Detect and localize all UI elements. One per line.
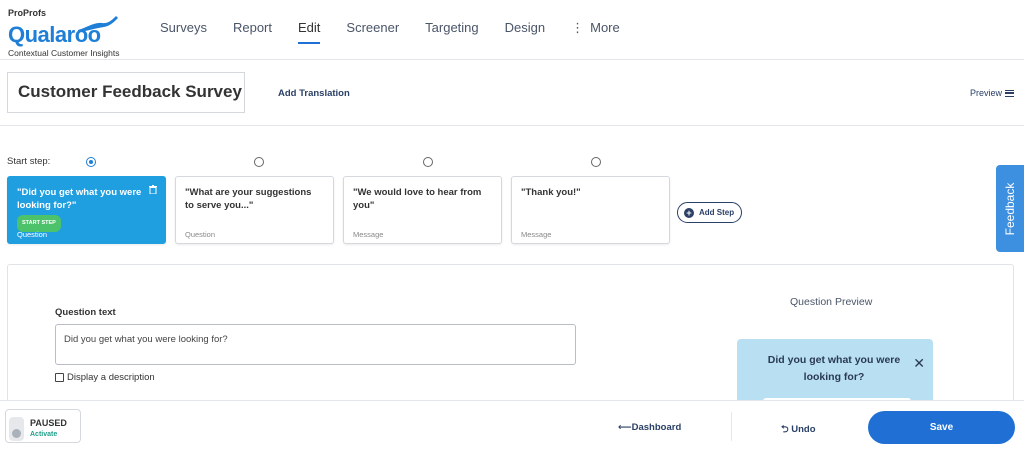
divider — [731, 412, 732, 441]
nav-screener[interactable]: Screener — [346, 20, 399, 44]
display-description-checkbox[interactable] — [55, 373, 64, 382]
step-card-4[interactable]: "Thank you!" Message — [511, 176, 670, 244]
dashboard-label: Dashboard — [631, 422, 682, 433]
step-text: "Did you get what you were looking for?" — [17, 187, 142, 211]
step-card-1[interactable]: "Did you get what you were looking for?"… — [7, 176, 166, 244]
nav-targeting[interactable]: Targeting — [425, 20, 478, 44]
add-step-label: Add Step — [699, 208, 735, 217]
save-button[interactable]: Save — [868, 411, 1015, 444]
start-step-label: Start step: — [7, 156, 51, 167]
question-text-input[interactable]: Did you get what you were looking for? — [55, 324, 576, 365]
status-label: PAUSED — [30, 418, 67, 428]
nav-more[interactable]: More — [590, 20, 620, 44]
survey-title-field[interactable]: Customer Feedback Survey — [7, 72, 245, 113]
nav-surveys[interactable]: Surveys — [160, 20, 207, 44]
activate-link[interactable]: Activate — [30, 431, 57, 438]
preview-button[interactable]: Preview — [970, 88, 1014, 98]
main-nav: Surveys Report Edit Screener Targeting D… — [160, 20, 646, 44]
nav-design[interactable]: Design — [505, 20, 545, 44]
qualaroo-logo[interactable]: ProProfs Qualaroo Contextual Customer In… — [8, 8, 138, 58]
dashboard-link[interactable]: ⟵Dashboard — [618, 422, 681, 433]
qualaroo-wordmark: Qualaroo — [8, 22, 101, 47]
toggle-switch-icon — [9, 417, 24, 441]
nav-report[interactable]: Report — [233, 20, 272, 44]
survey-header: Customer Feedback Survey Add Translation… — [0, 60, 1024, 126]
top-navigation: ProProfs Qualaroo Contextual Customer In… — [0, 0, 1024, 60]
feedback-tab-label: Feedback — [1003, 182, 1017, 235]
vertical-dots-icon[interactable]: ⋮ — [571, 20, 584, 44]
step-text: "We would love to hear from you" — [353, 187, 482, 211]
preview-label: Preview — [969, 88, 1002, 98]
footer-bar: PAUSED Activate ⟵Dashboard ⮌ Undo Save — [0, 400, 1024, 449]
feedback-tab[interactable]: Feedback — [996, 165, 1024, 252]
back-arrow-icon: ⟵ — [618, 422, 632, 433]
proprofs-label: ProProfs — [8, 8, 47, 18]
undo-icon: ⮌ — [781, 424, 792, 435]
step-text: "What are your suggestions to serve you.… — [185, 187, 312, 211]
step-card-2[interactable]: "What are your suggestions to serve you.… — [175, 176, 334, 244]
start-step-radio-3[interactable] — [423, 157, 433, 167]
brand-tagline: Contextual Customer Insights — [8, 48, 120, 58]
trash-icon[interactable] — [149, 185, 157, 194]
add-step-button[interactable]: + Add Step — [677, 202, 742, 223]
step-type: Message — [353, 230, 384, 239]
step-type: Message — [521, 230, 552, 239]
step-type: Question — [17, 230, 48, 239]
start-step-radio-1[interactable] — [86, 157, 96, 167]
step-text: "Thank you!" — [521, 187, 581, 198]
start-step-radio-2[interactable] — [254, 157, 264, 167]
question-preview-title: Question Preview — [790, 296, 873, 308]
hamburger-icon — [1005, 89, 1014, 97]
undo-label: Undo — [791, 424, 816, 435]
nav-edit[interactable]: Edit — [298, 20, 321, 44]
undo-button[interactable]: ⮌ Undo — [781, 422, 816, 438]
step-card-3[interactable]: "We would love to hear from you" Message — [343, 176, 502, 244]
survey-status-toggle[interactable]: PAUSED Activate — [5, 409, 81, 443]
add-translation-link[interactable]: Add Translation — [278, 88, 350, 99]
step-type: Question — [185, 230, 216, 239]
question-text-label: Question text — [55, 307, 116, 318]
start-step-radio-4[interactable] — [591, 157, 601, 167]
plus-icon: + — [684, 207, 694, 218]
close-icon[interactable]: ✕ — [913, 355, 925, 372]
preview-question-text: Did you get what you were looking for? — [767, 354, 901, 383]
display-description-label: Display a description — [67, 372, 155, 383]
